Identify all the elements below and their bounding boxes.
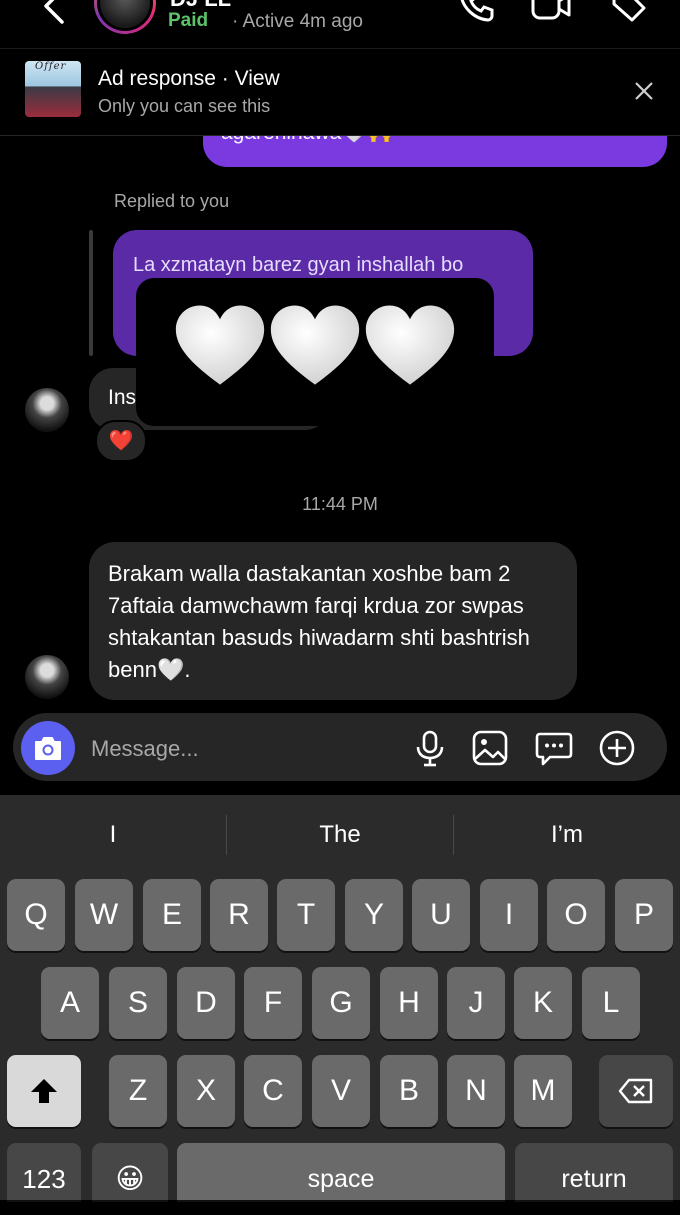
gallery-icon[interactable] <box>470 728 510 768</box>
ad-response-subtitle: Only you can see this <box>98 96 271 116</box>
key-z[interactable]: Z <box>109 1055 167 1127</box>
tag-icon[interactable] <box>608 0 648 22</box>
plus-icon[interactable] <box>597 728 637 768</box>
ad-response-title[interactable]: Ad response · View <box>98 67 280 91</box>
key-i[interactable]: I <box>480 879 538 951</box>
key-y[interactable]: Y <box>345 879 403 951</box>
camera-button[interactable] <box>21 721 75 775</box>
suggestion-1[interactable]: I <box>0 806 226 864</box>
avatar[interactable] <box>25 388 69 432</box>
key-a[interactable]: A <box>41 967 99 1039</box>
phone-icon[interactable] <box>458 0 494 22</box>
key-l[interactable]: L <box>582 967 640 1039</box>
key-j[interactable]: J <box>447 967 505 1039</box>
avatar[interactable] <box>25 655 69 699</box>
emoji-key[interactable]: 😀 <box>92 1143 168 1200</box>
key-q[interactable]: Q <box>7 879 65 951</box>
key-h[interactable]: H <box>380 967 438 1039</box>
key-m[interactable]: M <box>514 1055 572 1127</box>
key-c[interactable]: C <box>244 1055 302 1127</box>
close-icon[interactable] <box>632 79 656 103</box>
key-f[interactable]: F <box>244 967 302 1039</box>
key-d[interactable]: D <box>177 967 235 1039</box>
key-t[interactable]: T <box>277 879 335 951</box>
ad-thumbnail: Offer <box>25 61 81 117</box>
white-heart-icon <box>365 305 455 385</box>
return-key[interactable]: return <box>515 1143 673 1200</box>
replied-label: Replied to you <box>114 191 230 211</box>
suggestion-2[interactable]: The <box>227 806 453 864</box>
shift-icon <box>31 1079 57 1103</box>
key-o[interactable]: O <box>547 879 605 951</box>
key-v[interactable]: V <box>312 1055 370 1127</box>
key-n[interactable]: N <box>447 1055 505 1127</box>
key-p[interactable]: P <box>615 879 673 951</box>
space-key[interactable]: space <box>177 1143 505 1200</box>
shift-key[interactable] <box>7 1055 81 1127</box>
key-x[interactable]: X <box>177 1055 235 1127</box>
key-k[interactable]: K <box>514 967 572 1039</box>
message-input[interactable] <box>89 733 393 765</box>
hearts-emoji-popup: 🤍 <box>136 278 494 426</box>
heart-reaction[interactable]: ❤️ <box>95 420 147 462</box>
key-b[interactable]: B <box>380 1055 438 1127</box>
received-message-bubble[interactable]: Brakam walla dastakantan xoshbe bam 2 7a… <box>89 542 577 700</box>
ad-response-banner[interactable]: Offer Ad response · View Only you can se… <box>0 49 680 136</box>
back-icon[interactable] <box>40 0 70 24</box>
camera-icon <box>35 737 61 760</box>
key-s[interactable]: S <box>109 967 167 1039</box>
video-call-icon[interactable] <box>530 0 572 22</box>
reply-indicator-bar <box>89 230 93 356</box>
backspace-icon <box>618 1078 653 1104</box>
suggestion-3[interactable]: I’m <box>454 806 680 864</box>
paid-label: Paid <box>168 10 209 31</box>
key-w[interactable]: W <box>75 879 133 951</box>
microphone-icon[interactable] <box>410 728 450 768</box>
white-heart-icon <box>270 305 360 385</box>
key-g[interactable]: G <box>312 967 370 1039</box>
numbers-key[interactable]: 123 <box>7 1143 81 1200</box>
key-e[interactable]: E <box>143 879 201 951</box>
backspace-key[interactable] <box>599 1055 673 1127</box>
key-u[interactable]: U <box>412 879 470 951</box>
message-timestamp: 11:44 PM <box>302 494 378 514</box>
key-r[interactable]: R <box>210 879 268 951</box>
active-status: · Active 4m ago <box>232 11 363 32</box>
white-heart-icon <box>175 305 265 385</box>
sticker-icon[interactable] <box>534 728 574 768</box>
